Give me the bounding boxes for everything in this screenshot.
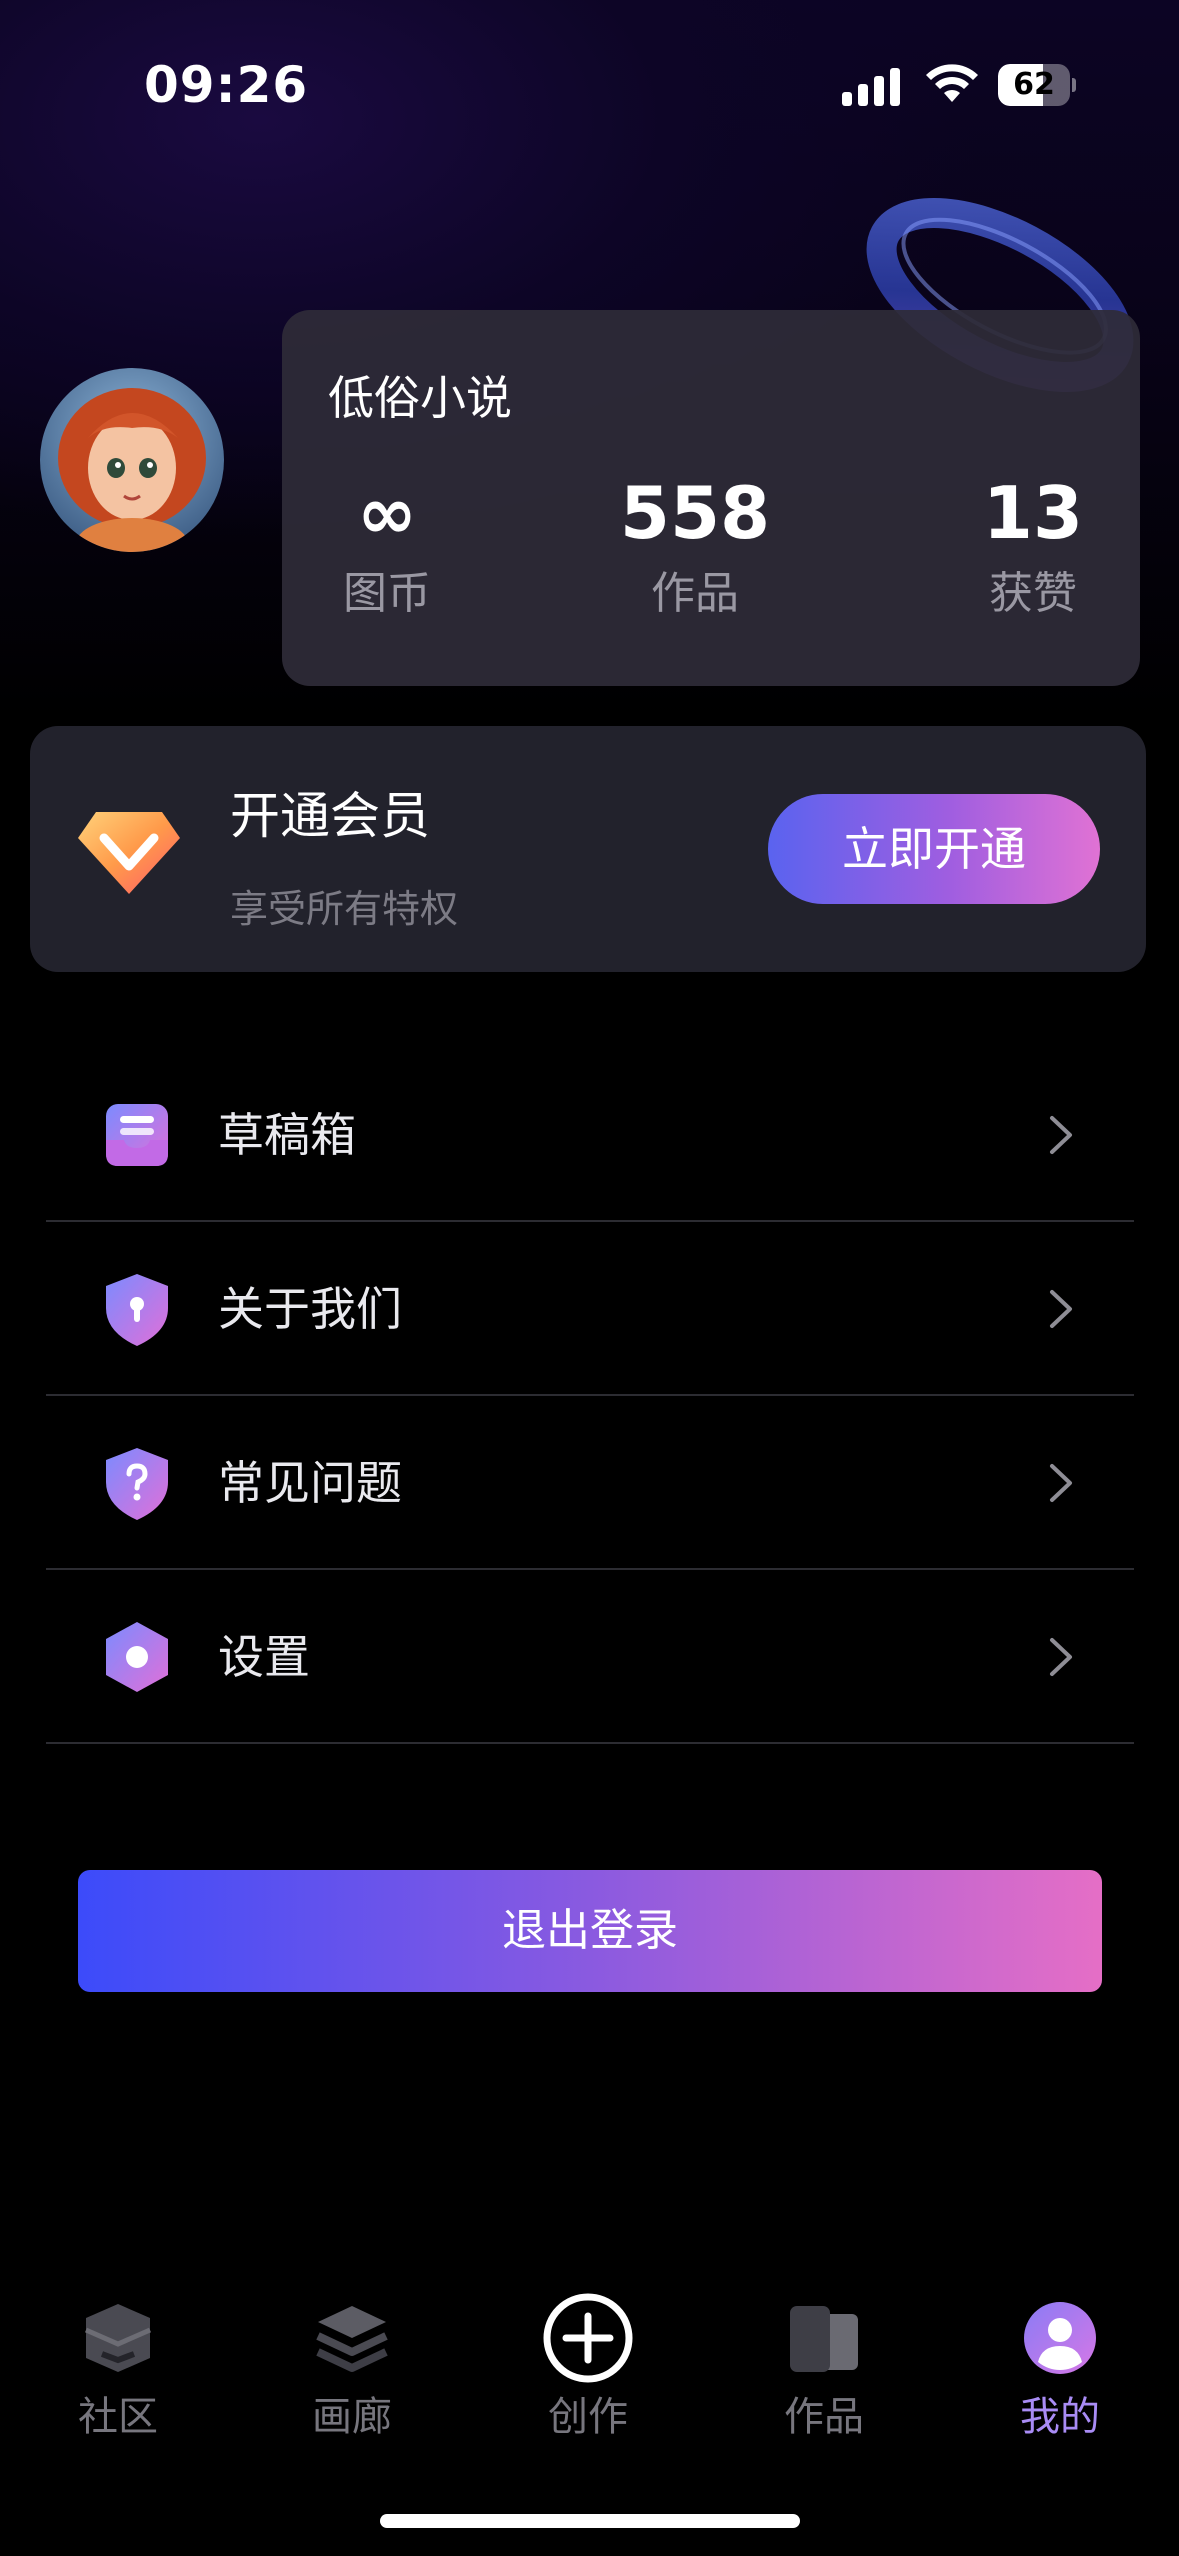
chevron-right-icon xyxy=(1050,1116,1072,1154)
stat-coins-label: 图币 xyxy=(343,568,431,619)
chevron-right-icon xyxy=(1050,1464,1072,1502)
menu-item-drafts[interactable]: 草稿箱 xyxy=(46,1048,1134,1222)
open-vip-button[interactable]: 立即开通 xyxy=(768,794,1100,904)
chevron-right-icon xyxy=(1050,1290,1072,1328)
menu-label-about: 关于我们 xyxy=(218,1282,402,1336)
tab-works[interactable]: 作品 xyxy=(744,2300,904,2460)
create-plus-icon xyxy=(543,2293,633,2383)
tab-label-gallery: 画廊 xyxy=(312,2394,392,2440)
tab-community[interactable]: 社区 xyxy=(38,2300,198,2460)
stat-works-value: 558 xyxy=(619,471,771,555)
settings-menu: 草稿箱 关于我们 常见问题 设置 xyxy=(46,1048,1134,1744)
status-bar: 09:26 62 xyxy=(0,0,1179,150)
hexagon-settings-icon xyxy=(106,1622,168,1692)
menu-label-faq: 常见问题 xyxy=(218,1456,402,1510)
shield-lock-icon xyxy=(106,1274,168,1346)
home-indicator xyxy=(380,2514,800,2528)
menu-item-settings[interactable]: 设置 xyxy=(46,1570,1134,1744)
profile-card: 低俗小说 ∞ 图币 558 作品 13 获赞 xyxy=(282,310,1140,686)
tab-gallery[interactable]: 画廊 xyxy=(272,2300,432,2460)
tab-label-create: 创作 xyxy=(548,2394,628,2440)
inbox-icon xyxy=(106,1104,168,1166)
menu-label-drafts: 草稿箱 xyxy=(218,1108,356,1162)
stat-works-label: 作品 xyxy=(651,568,739,619)
tab-label-community: 社区 xyxy=(78,2394,158,2440)
battery-level: 62 xyxy=(1013,67,1055,102)
tab-mine[interactable]: 我的 xyxy=(980,2300,1140,2460)
menu-item-faq[interactable]: 常见问题 xyxy=(46,1396,1134,1570)
cellular-signal-icon xyxy=(842,66,904,106)
menu-label-settings: 设置 xyxy=(218,1630,310,1684)
diamond-icon xyxy=(78,812,180,894)
shield-question-icon xyxy=(106,1448,168,1520)
tab-label-works: 作品 xyxy=(784,2394,864,2440)
vip-card: 开通会员 享受所有特权 立即开通 xyxy=(30,726,1146,972)
stat-coins-value: ∞ xyxy=(357,471,417,555)
chevron-right-icon xyxy=(1050,1638,1072,1676)
gallery-layers-icon xyxy=(316,2306,388,2372)
vip-title: 开通会员 xyxy=(230,787,430,845)
stat-works[interactable]: 558 作品 xyxy=(600,470,790,624)
tab-bar: 社区 画廊 创作 作品 我的 xyxy=(0,2280,1179,2480)
username: 低俗小说 xyxy=(328,371,512,425)
vip-subtitle: 享受所有特权 xyxy=(230,887,459,931)
status-time: 09:26 xyxy=(144,56,309,114)
stat-coins[interactable]: ∞ 图币 xyxy=(312,470,462,624)
profile-icon xyxy=(1024,2302,1096,2374)
works-icon xyxy=(790,2306,858,2372)
battery-icon: 62 xyxy=(998,64,1076,106)
wifi-icon xyxy=(926,64,978,102)
stat-likes[interactable]: 13 获赞 xyxy=(958,470,1108,624)
menu-item-about[interactable]: 关于我们 xyxy=(46,1222,1134,1396)
tab-create[interactable]: 创作 xyxy=(508,2293,668,2460)
tab-label-mine: 我的 xyxy=(1020,2394,1100,2440)
avatar-image xyxy=(40,368,224,552)
logout-button[interactable]: 退出登录 xyxy=(78,1870,1102,1992)
stat-likes-value: 13 xyxy=(982,471,1084,555)
stat-likes-label: 获赞 xyxy=(989,568,1077,619)
community-icon xyxy=(84,2304,152,2372)
avatar[interactable] xyxy=(40,368,224,552)
